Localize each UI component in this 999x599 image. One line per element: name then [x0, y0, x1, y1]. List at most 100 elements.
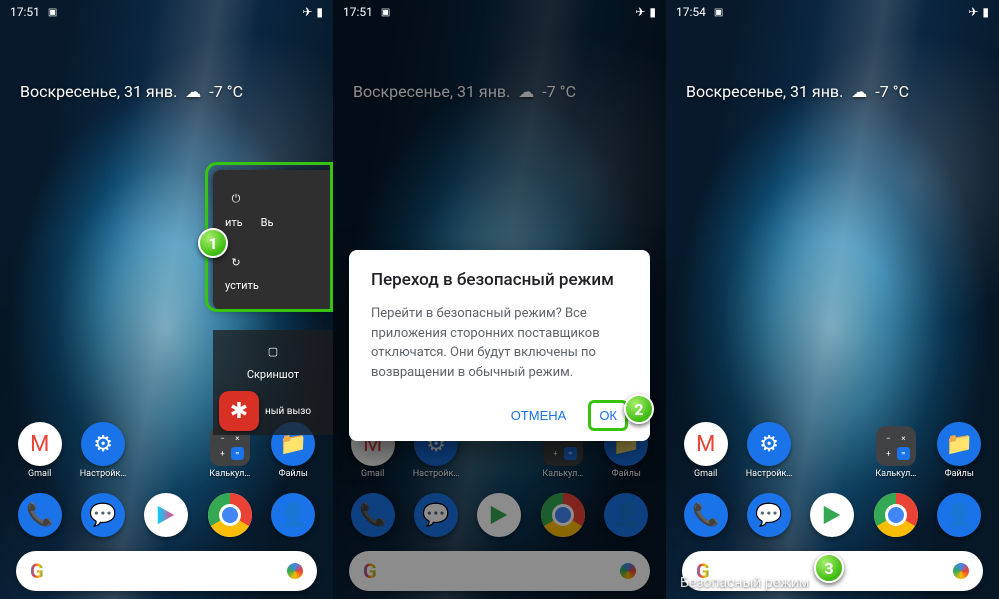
- app-settings-label: Настройк…: [746, 469, 793, 479]
- status-bar: 17:51 ▣ ✈ ▮: [333, 0, 666, 24]
- google-search-bar[interactable]: G: [16, 551, 317, 591]
- app-calculator-label: Калькул…: [542, 469, 583, 479]
- screenshot-button[interactable]: ▢ Скриншот: [219, 340, 327, 381]
- messages-icon: 💬: [747, 493, 791, 537]
- weather-cloud-icon: ☁: [851, 82, 867, 101]
- chrome-icon: [541, 493, 585, 537]
- weather-date: Воскресенье, 31 янв.: [20, 82, 177, 101]
- messages-icon: 💬: [414, 493, 458, 537]
- restart-icon: ↻: [225, 251, 247, 273]
- airplane-icon: ✈: [302, 5, 312, 19]
- panel-1-home-powermenu: 17:51 ▣ ✈ ▮ Воскресенье, 31 янв. ☁ -7 °C…: [0, 0, 333, 599]
- callout-badge-1: 1: [198, 228, 228, 258]
- cancel-button[interactable]: Отмена: [501, 400, 577, 431]
- google-logo-icon: G: [30, 559, 44, 583]
- chrome-icon: [874, 493, 918, 537]
- weather-temp: -7 °C: [542, 82, 576, 101]
- dock-play[interactable]: [473, 493, 525, 537]
- google-logo-icon: G: [363, 559, 377, 583]
- dock-chrome[interactable]: [537, 493, 589, 537]
- files-icon: 📁: [937, 422, 981, 466]
- dock-play[interactable]: [806, 493, 858, 537]
- weather-cloud-icon: ☁: [185, 82, 201, 101]
- emergency-button[interactable]: ✱ ный вызо: [219, 391, 327, 431]
- status-bar: 17:54 ▣ ✈ ▮: [666, 0, 999, 24]
- spacer: [140, 435, 192, 479]
- weather-widget[interactable]: Воскресенье, 31 янв. ☁ -7 °C: [686, 82, 979, 101]
- restart-label: устить: [225, 279, 259, 292]
- weather-temp: -7 °C: [875, 82, 909, 101]
- dock-phone[interactable]: 📞: [14, 493, 66, 537]
- dock-chrome[interactable]: [204, 493, 256, 537]
- assistant-icon[interactable]: [620, 563, 636, 579]
- panel-2-safemode-dialog: 17:51 ▣ ✈ ▮ Воскресенье, 31 янв. ☁ -7 °C…: [333, 0, 666, 599]
- panel-3-safemode-home: 17:54 ▣ ✈ ▮ Воскресенье, 31 янв. ☁ -7 °C…: [666, 0, 999, 599]
- settings-icon: ⚙: [81, 422, 125, 466]
- weather-cloud-icon: ☁: [518, 82, 534, 101]
- dialog-body: Перейти в безопасный режим? Все приложен…: [371, 304, 628, 382]
- contacts-icon: 👤: [937, 493, 981, 537]
- app-calculator[interactable]: −×+=Калькул…: [870, 426, 922, 479]
- app-gmail-label: Gmail: [361, 469, 384, 479]
- dialog-actions: Отмена ОК: [371, 400, 628, 431]
- home-icons: MGmail ⚙Настройк… −×+=Калькул… 📁Файлы 📞 …: [0, 422, 333, 599]
- dock-messages[interactable]: 💬: [77, 493, 129, 537]
- app-settings[interactable]: ⚙Настройк…: [77, 422, 129, 479]
- weather-widget[interactable]: Воскресенье, 31 янв. ☁ -7 °C: [353, 82, 646, 101]
- screenshot-label: Скриншот: [247, 368, 299, 381]
- play-icon: [810, 493, 854, 537]
- play-icon: [144, 493, 188, 537]
- power-second-label: Вь: [261, 216, 274, 229]
- callout-badge-3: 3: [814, 553, 844, 583]
- assistant-icon[interactable]: [953, 563, 969, 579]
- dock-phone[interactable]: 📞: [680, 493, 732, 537]
- status-photo-icon: ▣: [381, 7, 390, 18]
- callout-badge-2: 2: [624, 394, 654, 424]
- power-menu-aux: ▢ Скриншот ✱ ный вызо: [213, 330, 333, 435]
- dialog-title: Переход в безопасный режим: [371, 270, 628, 290]
- dock-chrome[interactable]: [870, 493, 922, 537]
- safe-mode-watermark: Безопасный режим: [680, 575, 809, 591]
- google-search-bar[interactable]: G: [349, 551, 650, 591]
- home-icons: MGmail ⚙Настройк… −×+=Калькул… 📁Файлы 📞 …: [333, 422, 666, 599]
- app-files-label: Файлы: [945, 469, 974, 479]
- status-time: 17:51: [343, 5, 373, 19]
- dock-messages[interactable]: 💬: [743, 493, 795, 537]
- status-time: 17:54: [676, 5, 706, 19]
- gmail-icon: M: [684, 422, 728, 466]
- app-gmail-label: Gmail: [694, 469, 717, 479]
- dock-contacts[interactable]: 👤: [933, 493, 985, 537]
- dock-messages[interactable]: 💬: [410, 493, 462, 537]
- dock-play[interactable]: [140, 493, 192, 537]
- calculator-icon: −×+=: [876, 426, 916, 466]
- phone-icon: 📞: [18, 493, 62, 537]
- battery-icon: ▮: [316, 5, 323, 19]
- app-gmail[interactable]: MGmail: [14, 422, 66, 479]
- status-photo-icon: ▣: [48, 7, 57, 18]
- power-off-button[interactable]: ⏻ итьВь: [221, 188, 325, 229]
- airplane-icon: ✈: [968, 5, 978, 19]
- spacer: [806, 435, 858, 479]
- ok-button[interactable]: ОК: [588, 400, 628, 431]
- play-icon: [477, 493, 521, 537]
- dock-contacts[interactable]: 👤: [600, 493, 652, 537]
- restart-button[interactable]: ↻ устить: [221, 251, 325, 292]
- phone-icon: 📞: [351, 493, 395, 537]
- assistant-icon[interactable]: [287, 563, 303, 579]
- dock-contacts[interactable]: 👤: [267, 493, 319, 537]
- app-settings[interactable]: ⚙Настройк…: [743, 422, 795, 479]
- contacts-icon: 👤: [271, 493, 315, 537]
- app-files[interactable]: 📁 Файлы: [933, 422, 985, 479]
- weather-widget[interactable]: Воскресенье, 31 янв. ☁ -7 °C: [20, 82, 313, 101]
- app-gmail[interactable]: M Gmail: [680, 422, 732, 479]
- app-files-label: Файлы: [612, 469, 641, 479]
- battery-icon: ▮: [982, 5, 989, 19]
- emergency-label: ный вызо: [265, 406, 311, 417]
- messages-icon: 💬: [81, 493, 125, 537]
- airplane-icon: ✈: [635, 5, 645, 19]
- power-icon: ⏻: [225, 188, 247, 210]
- spacer: [473, 435, 525, 479]
- dock-phone[interactable]: 📞: [347, 493, 399, 537]
- emergency-icon: ✱: [219, 391, 259, 431]
- contacts-icon: 👤: [604, 493, 648, 537]
